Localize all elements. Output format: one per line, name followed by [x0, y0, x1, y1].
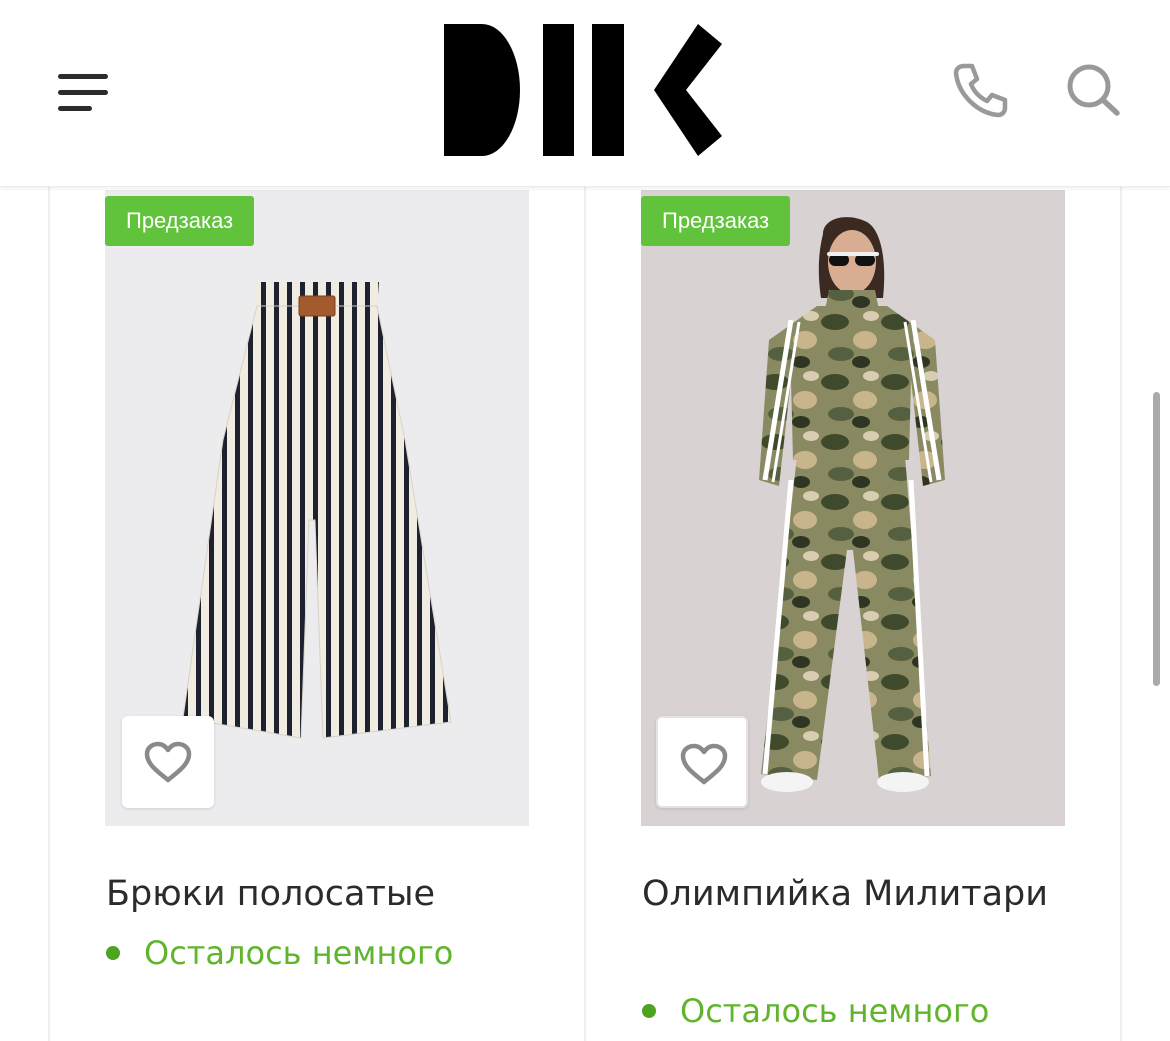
stock-status: Осталось немного	[106, 933, 453, 973]
product-title[interactable]: Брюки полосатые	[106, 866, 546, 923]
product-image[interactable]: Предзаказ	[105, 190, 529, 826]
brand-logo[interactable]	[442, 22, 724, 158]
site-header	[0, 0, 1170, 187]
phone-icon[interactable]	[950, 60, 1010, 120]
product-title[interactable]: Олимпийка Милитари	[642, 866, 1082, 923]
product-image[interactable]: Предзаказ	[641, 190, 1065, 826]
stock-indicator-dot	[642, 1004, 656, 1018]
stock-status-label: Осталось немного	[144, 934, 454, 972]
product-grid: Предзаказ Брюки полосатые Осталось немно…	[48, 186, 1122, 1041]
heart-icon	[144, 741, 192, 783]
vertical-scrollbar[interactable]	[1153, 392, 1160, 686]
search-icon[interactable]	[1064, 60, 1124, 120]
stock-status: Осталось немного	[642, 991, 989, 1031]
preorder-badge: Предзаказ	[105, 196, 255, 246]
stock-indicator-dot	[106, 946, 120, 960]
add-to-favorites-button[interactable]	[656, 716, 748, 808]
product-card[interactable]: Предзаказ	[48, 186, 584, 1041]
product-card[interactable]: Предзаказ	[584, 186, 1122, 1041]
stock-status-label: Осталось немного	[680, 992, 990, 1030]
preorder-badge: Предзаказ	[641, 196, 791, 246]
hamburger-menu-icon[interactable]	[58, 72, 110, 114]
add-to-favorites-button[interactable]	[122, 716, 214, 808]
heart-icon	[680, 743, 728, 785]
